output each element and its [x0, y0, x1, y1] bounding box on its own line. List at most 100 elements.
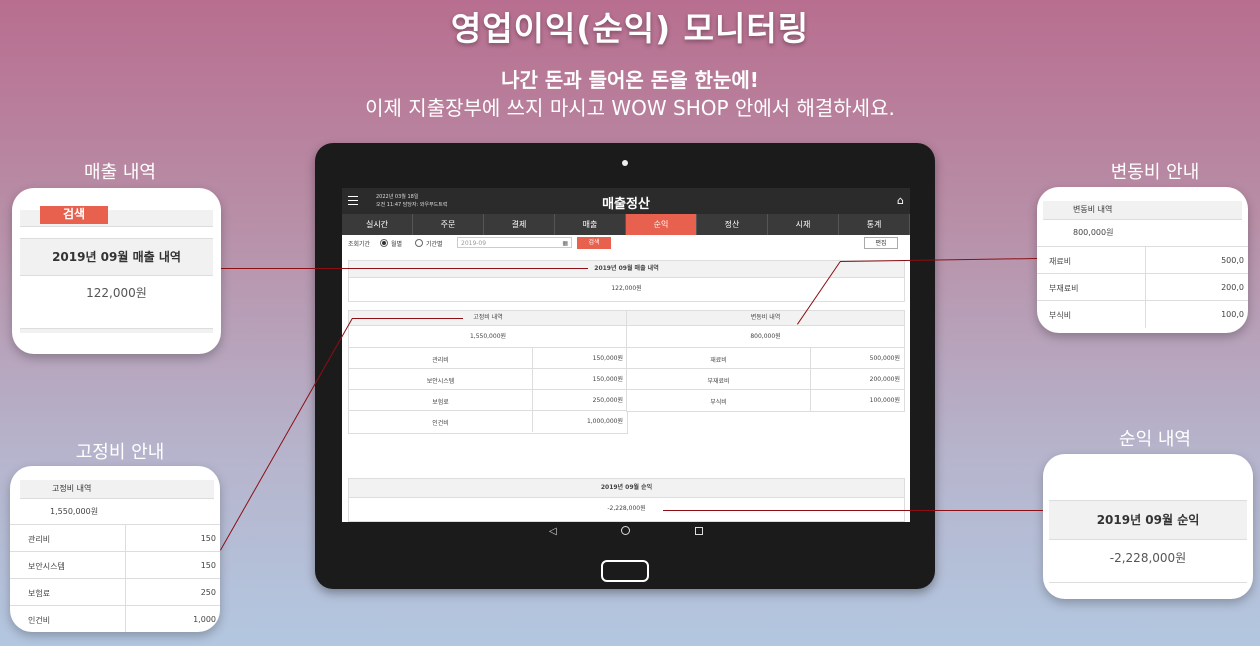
- sales-panel-heading: 2019년 09월 매출 내역: [349, 261, 904, 278]
- fixed-panel-total: 1,550,000원: [469, 333, 507, 340]
- variable-panel-total: 800,000원: [750, 333, 781, 340]
- tab-5[interactable]: 정산: [697, 214, 768, 235]
- list-item: 부재료비 200,0: [1037, 273, 1248, 301]
- edit-button[interactable]: 편집: [864, 237, 898, 249]
- tab-4[interactable]: 순익: [626, 214, 697, 235]
- sales-panel: 2019년 09월 매출 내역 122,000원: [348, 260, 905, 302]
- item-name: 부재료비: [1049, 283, 1079, 293]
- sales-connector: [221, 268, 588, 269]
- recent-apps-icon[interactable]: [695, 527, 703, 535]
- item-name: 보험료: [28, 588, 51, 598]
- search-button[interactable]: 검색: [40, 206, 108, 224]
- tab-2[interactable]: 결제: [484, 214, 555, 235]
- fixed-connector-h: [352, 318, 463, 319]
- tab-6[interactable]: 시재: [768, 214, 839, 235]
- tablet-frame: 2022년 03월 18일 오전 11:47 담당자: 와우푸드트럭 매출정산 …: [315, 143, 935, 589]
- tab-1[interactable]: 주문: [413, 214, 484, 235]
- calendar-icon[interactable]: ▦: [562, 238, 568, 249]
- item-value: 500,0: [1145, 247, 1244, 274]
- range-label: 기간별: [426, 241, 443, 248]
- filter-search-button[interactable]: 검색: [577, 237, 611, 249]
- variable-heading: 변동비 내역: [1043, 201, 1242, 220]
- row-value: 500,000원: [810, 348, 900, 369]
- fixed-callout-label: 고정비 안내: [75, 442, 165, 463]
- fixed-panel: 고정비 내역 1,550,000원 관리비 150,000원 보안시스템 150,00…: [348, 310, 628, 434]
- home-icon[interactable]: ⌂: [897, 194, 904, 207]
- table-row: 보안시스템 150,000원: [349, 368, 627, 390]
- tab-7[interactable]: 통계: [839, 214, 910, 235]
- camera-icon: [622, 160, 628, 166]
- list-item: 재료비 500,0: [1037, 246, 1248, 274]
- row-name: 보안시스템: [426, 378, 455, 385]
- sales-callout-label: 매출 내역: [84, 162, 156, 183]
- variable-callout-card: 변동비 내역 800,000원 재료비 500,0 부재료비 200,0 부식비 100,…: [1037, 187, 1248, 333]
- item-value: 150: [125, 552, 216, 579]
- tab-3[interactable]: 매출: [555, 214, 626, 235]
- monthly-label: 월별: [391, 241, 403, 248]
- row-value: 150,000원: [532, 348, 623, 369]
- item-value: 200,0: [1145, 274, 1244, 301]
- list-item: 부식비 100,0: [1037, 300, 1248, 328]
- sales-callout-card: 검색 2019년 09월 매출 내역 122,000원: [12, 188, 221, 354]
- net-panel: 2019년 09월 순익 -2,228,000원: [348, 478, 905, 522]
- tab-bar: 실시간 주문 결제 매출 순익 정산 시재 통계: [342, 214, 910, 235]
- table-row: 부재료비 200,000원: [627, 368, 904, 390]
- month-input[interactable]: 2019-09 ▦: [457, 237, 572, 248]
- search-row: 검색: [20, 206, 213, 227]
- net-heading: 2019년 09월 순익: [1049, 500, 1247, 540]
- item-value: 150: [125, 525, 216, 552]
- net-connector: [663, 510, 1043, 511]
- item-name: 보안시스템: [28, 561, 65, 571]
- row-value: 1,000,000원: [532, 411, 623, 432]
- table-row: 인건비 1,000,000원: [349, 410, 627, 432]
- android-nav-bar: ◁: [342, 522, 910, 546]
- row-name: 보험료: [432, 399, 449, 406]
- divider: [1049, 582, 1247, 583]
- hardware-home-button[interactable]: [601, 560, 649, 582]
- page-title: 매출정산: [602, 197, 650, 212]
- variable-panel: 변동비 내역 800,000원 재료비 500,000원 부재료비 200,000원 부…: [626, 310, 905, 412]
- variable-callout-label: 변동비 안내: [1110, 162, 1200, 183]
- net-panel-heading: 2019년 09월 순익: [349, 479, 904, 498]
- net-callout-label: 순익 내역: [1119, 429, 1191, 450]
- list-item: 인건비 1,000: [10, 605, 220, 632]
- row-value: 200,000원: [810, 369, 900, 390]
- circle-home-icon[interactable]: [621, 526, 630, 535]
- tab-0[interactable]: 실시간: [342, 214, 413, 235]
- variable-total: 800,000원: [1073, 228, 1114, 237]
- table-row: 보험료 250,000원: [349, 389, 627, 411]
- hero-description: 이제 지출장부에 쓰지 마시고 WOW SHOP 안에서 해결하세요.: [365, 96, 895, 120]
- net-callout-card: 2019년 09월 순익 -2,228,000원: [1043, 454, 1253, 599]
- item-value: 250: [125, 579, 216, 606]
- item-name: 재료비: [1049, 256, 1072, 266]
- list-item: 보안시스템 150: [10, 551, 220, 579]
- row-name: 부재료비: [707, 378, 730, 385]
- item-name: 관리비: [28, 534, 51, 544]
- row-value: 100,000원: [810, 390, 900, 411]
- period-label: 조회기간: [348, 241, 371, 248]
- row-value: 150,000원: [532, 369, 623, 390]
- item-value: 100,0: [1145, 301, 1244, 328]
- row-name: 관리비: [432, 357, 449, 364]
- back-icon[interactable]: ◁: [549, 526, 557, 537]
- row-name: 인건비: [432, 420, 449, 427]
- hero-subtitle: 나간 돈과 들어온 돈을 한눈에!: [501, 68, 759, 92]
- list-item: 보험료 250: [10, 578, 220, 606]
- item-name: 인건비: [28, 615, 51, 625]
- row-name: 재료비: [710, 357, 727, 364]
- item-name: 부식비: [1049, 310, 1072, 320]
- range-radio[interactable]: [415, 239, 423, 247]
- list-item: 관리비 150: [10, 524, 220, 552]
- item-value: 1,000: [125, 606, 216, 632]
- top-navbar: 2022년 03월 18일 오전 11:47 담당자: 와우푸드트럭 매출정산 …: [342, 188, 910, 214]
- hero-title: 영업이익(순익) 모니터링: [450, 9, 810, 48]
- row-name: 부식비: [710, 399, 727, 406]
- fixed-callout-card: 고정비 내역 1,550,000원 관리비 150 보안시스템 150 보험료 250 인건…: [10, 466, 220, 632]
- fixed-heading: 고정비 내역: [20, 480, 214, 499]
- variable-panel-heading: 변동비 내역: [627, 311, 904, 326]
- sales-heading: 2019년 09월 매출 내역: [20, 238, 213, 276]
- monthly-radio[interactable]: [380, 239, 388, 247]
- net-amount: -2,228,000원: [1109, 551, 1187, 565]
- table-row: 재료비 500,000원: [627, 347, 904, 369]
- table-row: 관리비 150,000원: [349, 347, 627, 369]
